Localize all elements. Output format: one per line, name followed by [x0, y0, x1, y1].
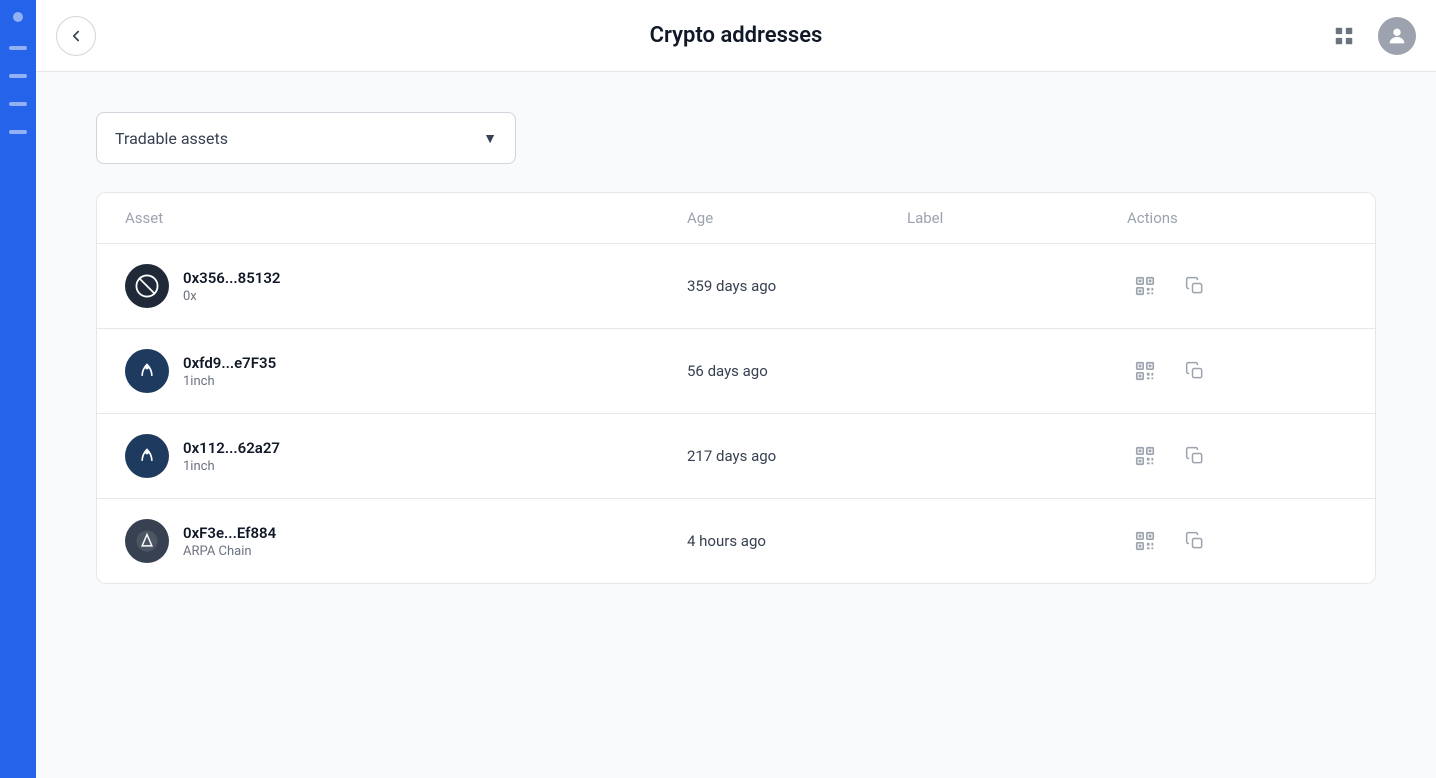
qr-button-3[interactable] [1127, 438, 1163, 474]
sidebar [0, 0, 36, 778]
filter-wrapper: Tradable assets ▼ [96, 112, 1376, 164]
column-age: Age [687, 209, 907, 227]
asset-address-1: 0x356...85132 [183, 269, 281, 287]
asset-address-2: 0xfd9...e7F35 [183, 354, 276, 372]
asset-info-2: 0xfd9...e7F35 1inch [183, 354, 276, 389]
copy-button-3[interactable] [1177, 438, 1213, 474]
sidebar-indicator-1 [13, 12, 23, 22]
user-avatar[interactable] [1378, 17, 1416, 55]
sidebar-indicator-5 [9, 130, 27, 134]
actions-cell-4 [1127, 523, 1347, 559]
qr-icon [1134, 360, 1156, 382]
qr-button-4[interactable] [1127, 523, 1163, 559]
asset-network-3: 1inch [183, 459, 280, 474]
header: Crypto addresses [36, 0, 1436, 72]
actions-cell-1 [1127, 268, 1347, 304]
asset-cell-2: 0xfd9...e7F35 1inch [125, 349, 687, 393]
table-row: 0x112...62a27 1inch 217 days ago [97, 414, 1375, 499]
age-cell-2: 56 days ago [687, 362, 907, 380]
apps-grid-button[interactable] [1326, 18, 1362, 54]
column-asset: Asset [125, 209, 687, 227]
asset-info-1: 0x356...85132 0x [183, 269, 281, 304]
sidebar-indicator-4 [9, 102, 27, 106]
page-title: Crypto addresses [650, 23, 823, 48]
asset-network-1: 0x [183, 289, 281, 304]
age-cell-4: 4 hours ago [687, 532, 907, 550]
table-header: Asset Age Label Actions [97, 193, 1375, 244]
qr-button-1[interactable] [1127, 268, 1163, 304]
forbidden-icon [134, 273, 160, 299]
copy-button-2[interactable] [1177, 353, 1213, 389]
asset-info-3: 0x112...62a27 1inch [183, 439, 280, 474]
table-row: 0xfd9...e7F35 1inch 56 days ago [97, 329, 1375, 414]
asset-cell-4: 0xF3e...Ef884 ARPA Chain [125, 519, 687, 563]
qr-icon [1134, 275, 1156, 297]
back-button[interactable] [56, 16, 96, 56]
asset-network-2: 1inch [183, 374, 276, 389]
qr-button-2[interactable] [1127, 353, 1163, 389]
asset-icon-2 [125, 349, 169, 393]
asset-cell-1: 0x356...85132 0x [125, 264, 687, 308]
copy-icon [1185, 446, 1205, 466]
1inch-icon [134, 358, 160, 384]
arpa-icon [134, 528, 160, 554]
header-actions [1326, 17, 1416, 55]
table-row: 0xF3e...Ef884 ARPA Chain 4 hours ago [97, 499, 1375, 583]
grid-icon [1333, 25, 1355, 47]
chevron-down-icon: ▼ [483, 130, 497, 147]
asset-icon-3 [125, 434, 169, 478]
asset-filter-dropdown[interactable]: Tradable assets ▼ [96, 112, 516, 164]
column-label: Label [907, 209, 1127, 227]
actions-cell-2 [1127, 353, 1347, 389]
table-row: 0x356...85132 0x 359 days ago [97, 244, 1375, 329]
asset-address-3: 0x112...62a27 [183, 439, 280, 457]
addresses-table: Asset Age Label Actions 0x356...85132 0x… [96, 192, 1376, 584]
asset-info-4: 0xF3e...Ef884 ARPA Chain [183, 524, 276, 559]
copy-icon [1185, 531, 1205, 551]
sidebar-indicator-3 [9, 74, 27, 78]
actions-cell-3 [1127, 438, 1347, 474]
asset-cell-3: 0x112...62a27 1inch [125, 434, 687, 478]
asset-address-4: 0xF3e...Ef884 [183, 524, 276, 542]
avatar-icon [1386, 25, 1408, 47]
qr-icon [1134, 445, 1156, 467]
age-cell-1: 359 days ago [687, 277, 907, 295]
qr-icon [1134, 530, 1156, 552]
copy-icon [1185, 276, 1205, 296]
column-actions: Actions [1127, 209, 1347, 227]
back-arrow-icon [67, 27, 85, 45]
sidebar-indicator-2 [9, 46, 27, 50]
main-content: Tradable assets ▼ Asset Age Label Action… [36, 72, 1436, 778]
asset-network-4: ARPA Chain [183, 544, 276, 559]
copy-icon [1185, 361, 1205, 381]
1inch-icon-2 [134, 443, 160, 469]
dropdown-label: Tradable assets [115, 129, 228, 148]
asset-icon-1 [125, 264, 169, 308]
copy-button-1[interactable] [1177, 268, 1213, 304]
copy-button-4[interactable] [1177, 523, 1213, 559]
asset-icon-4 [125, 519, 169, 563]
age-cell-3: 217 days ago [687, 447, 907, 465]
